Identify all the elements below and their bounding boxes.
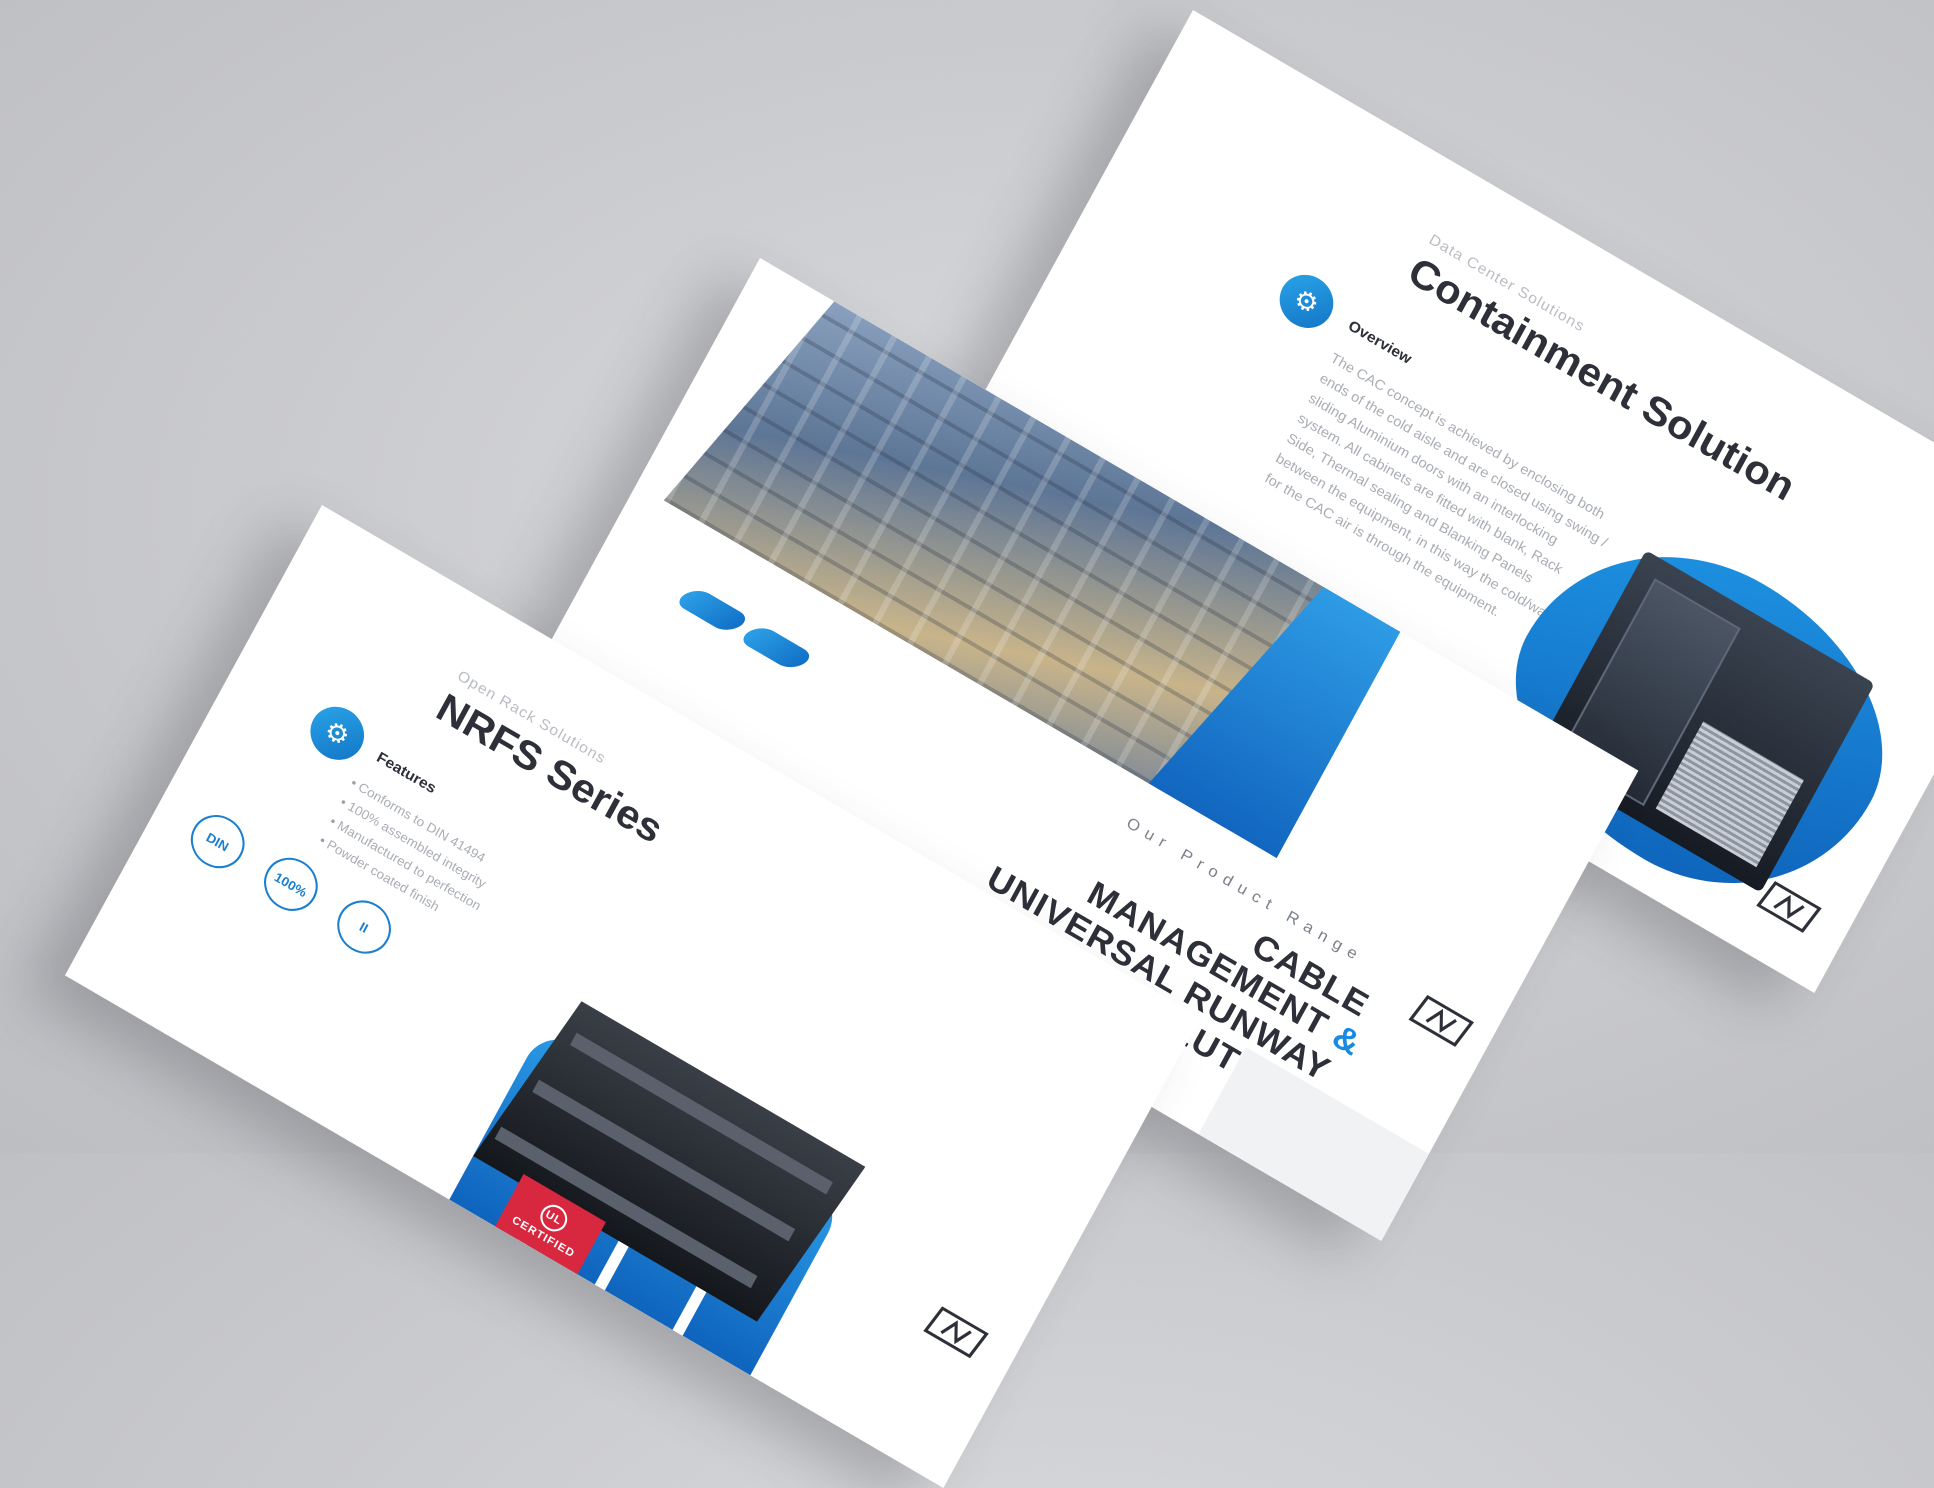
brand-logo-icon xyxy=(923,1306,989,1359)
quote-mark-shape-1 xyxy=(672,586,753,635)
percent-cert-icon: 100% xyxy=(254,847,328,921)
features-icon: ⚙ xyxy=(301,696,374,770)
mockup-stage: Data Center Solutions Containment Soluti… xyxy=(0,0,1934,1488)
overview-icon: ⚙ xyxy=(1270,264,1343,338)
class-cert-icon: II xyxy=(327,890,401,964)
quote-mark-shape-2 xyxy=(736,624,817,672)
brand-logo-icon xyxy=(1408,994,1475,1047)
brand-logo-icon xyxy=(1756,880,1822,933)
slide-title: NRFS Series xyxy=(429,685,670,853)
din-cert-icon: DIN xyxy=(181,805,254,879)
